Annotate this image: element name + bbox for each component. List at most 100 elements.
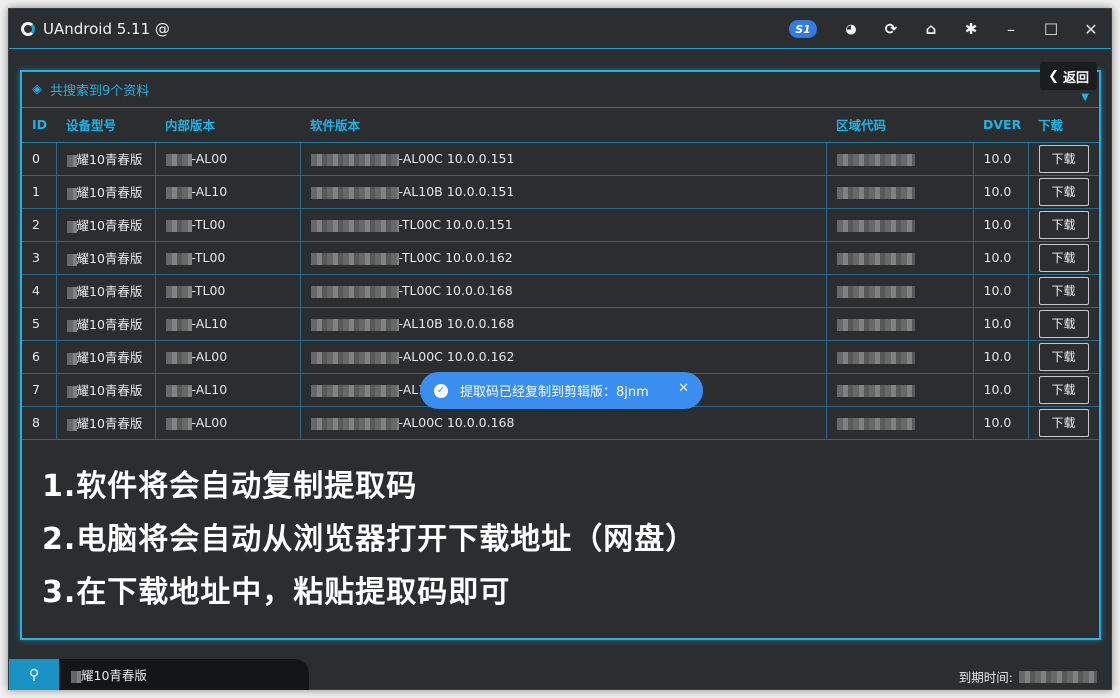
table-row: 2 耀10青春版 -TL00 -TL00C 10.0.0.151 10.0 下载 (22, 208, 1099, 242)
cell-dver: 10.0 (973, 307, 1029, 341)
cell-id: 5 (22, 307, 57, 341)
row-model: 耀10青春版 (76, 218, 143, 233)
download-button[interactable]: 下载 (1038, 276, 1089, 305)
chevron-down-icon[interactable]: ▼ (1081, 92, 1089, 103)
cell-software: -TL00C 10.0.0.162 (300, 241, 827, 275)
redacted-text (165, 252, 192, 265)
cell-model: 耀10青春版 (56, 340, 156, 374)
table-row: 8 耀10青春版 -AL00 -AL00C 10.0.0.168 10.0 下载 (22, 406, 1099, 440)
redacted-text (165, 318, 192, 331)
download-button[interactable]: 下载 (1038, 309, 1089, 338)
cell-region (826, 307, 974, 341)
cell-model: 耀10青春版 (56, 406, 156, 440)
s1-badge[interactable]: S1 (789, 20, 817, 38)
cell-id: 4 (22, 274, 57, 308)
header-inner-version: 内部版本 (155, 108, 300, 143)
redacted-text (310, 153, 399, 166)
redacted-text (66, 187, 77, 200)
row-dver: 10.0 (983, 217, 1012, 232)
home-icon[interactable]: ⌂ (911, 9, 951, 49)
redacted-text (165, 351, 192, 364)
back-label: 返回 (1062, 70, 1089, 86)
cell-software: -AL10B 10.0.0.151 (300, 175, 827, 209)
cell-download: 下载 (1028, 175, 1099, 209)
search-icon[interactable]: ⚲ (9, 659, 59, 690)
cell-region (826, 142, 974, 176)
header-model: 设备型号 (56, 108, 155, 143)
panel-header: ◈ 共搜索到9个资料 (22, 72, 1099, 108)
table-row: 1 耀10青春版 -AL10 -AL10B 10.0.0.151 10.0 下载 (22, 175, 1099, 209)
row-software-version: -AL10B 10.0.0.151 (398, 184, 515, 199)
row-software-version: -AL10B 10.0.0.168 (398, 316, 515, 331)
globe-icon[interactable]: ◕ (831, 9, 871, 49)
toast-message: 提取码已经复制到剪辑版：8jnm (460, 385, 649, 400)
cell-dver: 10.0 (973, 274, 1029, 308)
cell-region (826, 175, 974, 209)
refresh-icon[interactable]: ⟳ (871, 9, 911, 49)
toast-close-icon[interactable]: ✕ (678, 381, 689, 396)
redacted-text (836, 252, 915, 265)
redacted-text (310, 219, 399, 232)
cell-model: 耀10青春版 (56, 307, 156, 341)
cell-download: 下载 (1028, 340, 1099, 374)
row-model: 耀10青春版 (76, 350, 143, 365)
cell-dver: 10.0 (973, 373, 1029, 407)
row-inner-version: -AL00 (191, 415, 228, 430)
redacted-text (66, 286, 77, 299)
row-model: 耀10青春版 (76, 152, 143, 167)
row-id: 5 (32, 316, 40, 331)
download-button[interactable]: 下载 (1038, 375, 1089, 404)
search-input[interactable]: 耀10青春版 (71, 665, 147, 684)
redacted-text (310, 252, 399, 265)
cell-download: 下载 (1028, 142, 1099, 176)
header-software-version: 软件版本 (300, 108, 826, 143)
cell-inner: -AL00 (155, 340, 301, 374)
maximize-icon[interactable]: ☐ (1031, 9, 1071, 49)
redacted-text (165, 417, 192, 430)
redacted-text (310, 285, 399, 298)
row-inner-version: -TL00 (191, 250, 226, 265)
cell-region (826, 241, 974, 275)
cell-dver: 10.0 (973, 142, 1029, 176)
minimize-icon[interactable]: – (991, 9, 1031, 49)
download-button[interactable]: 下载 (1038, 144, 1089, 173)
row-inner-version: -AL10 (191, 184, 228, 199)
download-button[interactable]: 下载 (1038, 177, 1089, 206)
download-button[interactable]: 下载 (1038, 243, 1089, 272)
table-row: 3 耀10青春版 -TL00 -TL00C 10.0.0.162 10.0 下载 (22, 241, 1099, 275)
download-button[interactable]: 下载 (1038, 408, 1089, 437)
download-button[interactable]: 下载 (1038, 210, 1089, 239)
cell-inner: -AL10 (155, 175, 301, 209)
layers-icon: ◈ (32, 82, 42, 97)
cell-id: 0 (22, 142, 57, 176)
cell-inner: -AL00 (155, 142, 301, 176)
gear-icon[interactable]: ✱ (951, 9, 991, 49)
results-panel: ◈ 共搜索到9个资料 ❮ 返回 ▼ ID 设备型号 内部版本 软件版本 区域代码… (20, 62, 1101, 640)
cell-id: 6 (22, 340, 57, 374)
download-button[interactable]: 下载 (1038, 342, 1089, 371)
cell-id: 7 (22, 373, 57, 407)
row-dver: 10.0 (983, 250, 1012, 265)
cell-dver: 10.0 (973, 241, 1029, 275)
table-row: 5 耀10青春版 -AL10 -AL10B 10.0.0.168 10.0 下载 (22, 307, 1099, 341)
redacted-text (66, 220, 77, 233)
cell-software: -TL00C 10.0.0.168 (300, 274, 827, 308)
app-logo-icon (21, 21, 35, 36)
header-id: ID (22, 108, 56, 143)
cell-model: 耀10青春版 (56, 208, 156, 242)
cell-software: -AL00C 10.0.0.162 (300, 340, 827, 374)
row-inner-version: -AL00 (191, 349, 228, 364)
redacted-text (310, 351, 399, 364)
close-icon[interactable]: ✕ (1071, 9, 1111, 49)
instruction-line: 2.电脑将会自动从浏览器打开下载地址（网盘） (42, 522, 697, 557)
cell-inner: -TL00 (155, 241, 301, 275)
back-button[interactable]: ❮ 返回 (1040, 62, 1097, 90)
row-id: 8 (32, 415, 40, 430)
redacted-text (165, 219, 192, 232)
row-id: 0 (32, 151, 40, 166)
redacted-text (165, 153, 192, 166)
panel-title: 共搜索到9个资料 (50, 84, 150, 99)
redacted-text (66, 154, 77, 167)
cell-region (826, 208, 974, 242)
redacted-text (71, 670, 81, 683)
